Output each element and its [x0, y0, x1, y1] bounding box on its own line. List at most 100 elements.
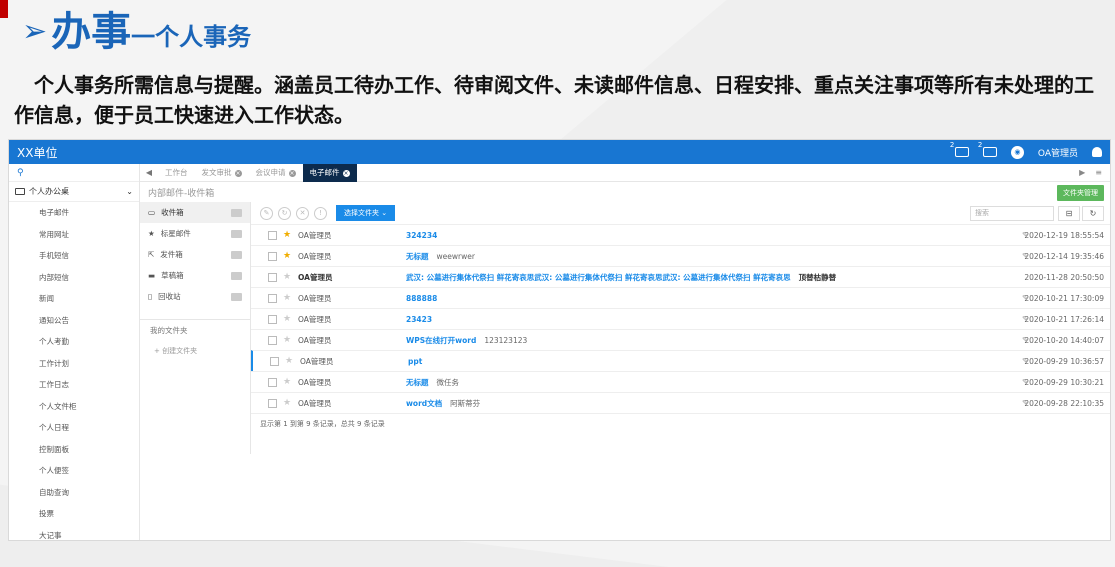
mail-icon[interactable]: 2 [978, 141, 997, 157]
top-bar: XX单位 2 2 ◉ OA管理员 [9, 140, 1110, 164]
row-checkbox[interactable] [268, 398, 277, 408]
star-icon[interactable]: ★ [283, 230, 291, 240]
sidebar-item-email[interactable]: 电子邮件 [9, 202, 139, 224]
sidebar-item-self-query[interactable]: 自助查询 [9, 482, 139, 504]
row-checkbox[interactable] [268, 314, 277, 324]
user-name[interactable]: OA管理员 [1038, 146, 1078, 159]
subject-text: 888888 [406, 293, 438, 303]
email-subject[interactable]: ppt [408, 357, 422, 366]
email-subject[interactable]: 武汉: 公墓进行集体代祭扫 鲜花寄哀思武汉: 公墓进行集体代祭扫 鲜花寄哀思武汉… [406, 272, 836, 283]
row-checkbox[interactable] [268, 335, 277, 345]
delete-icon[interactable]: ✕ [296, 206, 309, 220]
email-row[interactable]: ★ OA管理员 23423 ✎ 2020-10-21 17:26:14 [251, 308, 1110, 329]
user-icon[interactable] [1092, 147, 1102, 157]
row-checkbox[interactable] [268, 272, 277, 282]
tab-next-icon[interactable]: ▶ [1079, 168, 1085, 177]
sidebar-item-urls[interactable]: 常用网址 [9, 224, 139, 246]
email-subject[interactable]: 23423 [406, 315, 432, 324]
email-row[interactable]: ★ OA管理员 无标题 weewrwer ✎ 2020-12-14 19:35:4… [251, 245, 1110, 266]
subject-text: word文档 [406, 398, 443, 408]
select-folder-label: 选择文件夹 [344, 209, 379, 217]
email-toolbar: ✎ ↻ ✕ ! 选择文件夹 ⌄ 搜索 ⊟ ↻ [251, 202, 1110, 224]
email-subject[interactable]: 无标题 weewrwer [406, 251, 475, 262]
sidebar-item-vote[interactable]: 投票 [9, 503, 139, 525]
close-icon[interactable]: × [288, 169, 296, 177]
menu-icon[interactable]: ≡ [1095, 168, 1102, 177]
close-icon[interactable]: × [342, 169, 350, 177]
folder-manage-button[interactable]: 文件夹管理 [1057, 185, 1104, 201]
print-icon[interactable]: ⊟ [1058, 206, 1080, 221]
edit-icon[interactable]: ✎ [260, 206, 273, 220]
tab-prev-icon[interactable]: ◀ [140, 168, 158, 177]
sidebar-item-notice[interactable]: 通知公告 [9, 310, 139, 332]
sidebar-item-schedule[interactable]: 个人日程 [9, 417, 139, 439]
sidebar-item-work-plan[interactable]: 工作计划 [9, 353, 139, 375]
sidebar-search-icon[interactable]: ⚲ [9, 164, 139, 182]
sidebar-item-news[interactable]: 新闻 [9, 288, 139, 310]
tab-doc-approval[interactable]: 发文审批 × [195, 164, 249, 182]
sidebar-item-work-log[interactable]: 工作日志 [9, 374, 139, 396]
email-row[interactable]: ★ OA管理员 WPS在线打开word 123123123 ✎ 2020-10-2… [251, 329, 1110, 350]
email-subject[interactable]: 324234 [406, 231, 437, 240]
row-checkbox[interactable] [268, 377, 277, 387]
email-subject[interactable]: WPS在线打开word 123123123 [406, 335, 527, 346]
folder-drafts[interactable]: ▬ 草稿箱 [140, 265, 250, 286]
star-icon[interactable]: ★ [283, 398, 291, 408]
search-input[interactable]: 搜索 [970, 206, 1054, 221]
star-icon[interactable]: ★ [283, 272, 291, 282]
folder-label: 回收站 [158, 292, 181, 301]
folder-trash[interactable]: ▯ 回收站 [140, 286, 250, 307]
my-folders-label: 我的文件夹 [150, 326, 188, 335]
subject-text: 无标题 [406, 377, 429, 387]
select-folder-button[interactable]: 选择文件夹 ⌄ [336, 205, 396, 221]
sidebar-item-notes[interactable]: 个人便签 [9, 460, 139, 482]
subject-text: 无标题 [406, 251, 429, 261]
sidebar-item-file-cabinet[interactable]: 个人文件柜 [9, 396, 139, 418]
row-checkbox[interactable] [268, 293, 277, 303]
outbox-icon: ⇱ [148, 250, 155, 259]
folder-inbox[interactable]: ▭ 收件箱 [140, 202, 250, 223]
tab-email[interactable]: 电子邮件 × [302, 163, 357, 182]
email-subject[interactable]: word文档 阿斯蒂芬 [406, 398, 480, 409]
star-icon[interactable]: ★ [283, 293, 291, 303]
email-sender: OA管理员 [298, 272, 333, 282]
email-row[interactable]: ★ OA管理员 word文档 阿斯蒂芬 ✎ 2020-09-28 22:10:35 [251, 392, 1110, 413]
tab-workbench[interactable]: 工作台 [158, 164, 195, 182]
star-icon[interactable]: ★ [285, 356, 293, 366]
email-row[interactable]: ★ OA管理员 无标题 微任务 ✎ 2020-09-29 10:30:21 [251, 371, 1110, 392]
sidebar-item-events[interactable]: 大记事 [9, 525, 139, 541]
refresh-icon[interactable]: ↻ [278, 206, 291, 220]
message-icon[interactable]: 2 [950, 141, 969, 157]
avatar[interactable]: ◉ [1010, 145, 1024, 159]
sidebar-group-label: 个人办公桌 [29, 187, 69, 196]
sidebar-item-attendance[interactable]: 个人考勤 [9, 331, 139, 353]
row-checkbox[interactable] [268, 230, 277, 240]
sidebar-item-internal-sms[interactable]: 内部短信 [9, 267, 139, 289]
alert-icon[interactable]: ! [314, 206, 327, 220]
close-icon[interactable]: × [234, 169, 242, 177]
email-row[interactable]: ★ OA管理员 324234 ✎ 2020-12-19 18:55:54 [251, 224, 1110, 245]
email-sender: OA管理员 [298, 251, 332, 261]
row-checkbox[interactable] [270, 356, 279, 366]
email-row-selected[interactable]: ★ OA管理员 ppt ✎ 2020-09-29 10:36:57 [251, 350, 1110, 371]
star-icon[interactable]: ★ [283, 335, 291, 345]
folder-starred[interactable]: ★ 标星邮件 [140, 223, 250, 244]
email-row[interactable]: ★ OA管理员 武汉: 公墓进行集体代祭扫 鲜花寄哀思武汉: 公墓进行集体代祭扫… [251, 266, 1110, 287]
star-icon[interactable]: ★ [283, 314, 291, 324]
email-row[interactable]: ★ OA管理员 888888 ✎ 2020-10-21 17:30:09 [251, 287, 1110, 308]
trash-icon: ▯ [148, 292, 153, 301]
row-checkbox[interactable] [268, 251, 277, 261]
sidebar-group-header[interactable]: 个人办公桌 ⌄ [9, 182, 139, 202]
email-subject[interactable]: 无标题 微任务 [406, 377, 459, 388]
reload-icon[interactable]: ↻ [1082, 206, 1104, 221]
star-icon[interactable]: ★ [283, 377, 291, 387]
star-icon[interactable]: ★ [283, 251, 291, 261]
sidebar-item-sms[interactable]: 手机短信 [9, 245, 139, 267]
tab-meeting[interactable]: 会议申请 × [249, 164, 303, 182]
sidebar-item-control-panel[interactable]: 控制面板 [9, 439, 139, 461]
folder-outbox[interactable]: ⇱ 发件箱 [140, 244, 250, 265]
email-preview: 微任务 [436, 377, 460, 387]
create-folder-link[interactable]: + 创建文件夹 [140, 342, 250, 360]
email-subject[interactable]: 888888 [406, 294, 437, 303]
folder-panel: ▭ 收件箱 ★ 标星邮件 ⇱ 发件箱 ▬ 草稿箱 ▯ 回收站 我的文件夹 + 创建文件夹 [140, 202, 251, 454]
